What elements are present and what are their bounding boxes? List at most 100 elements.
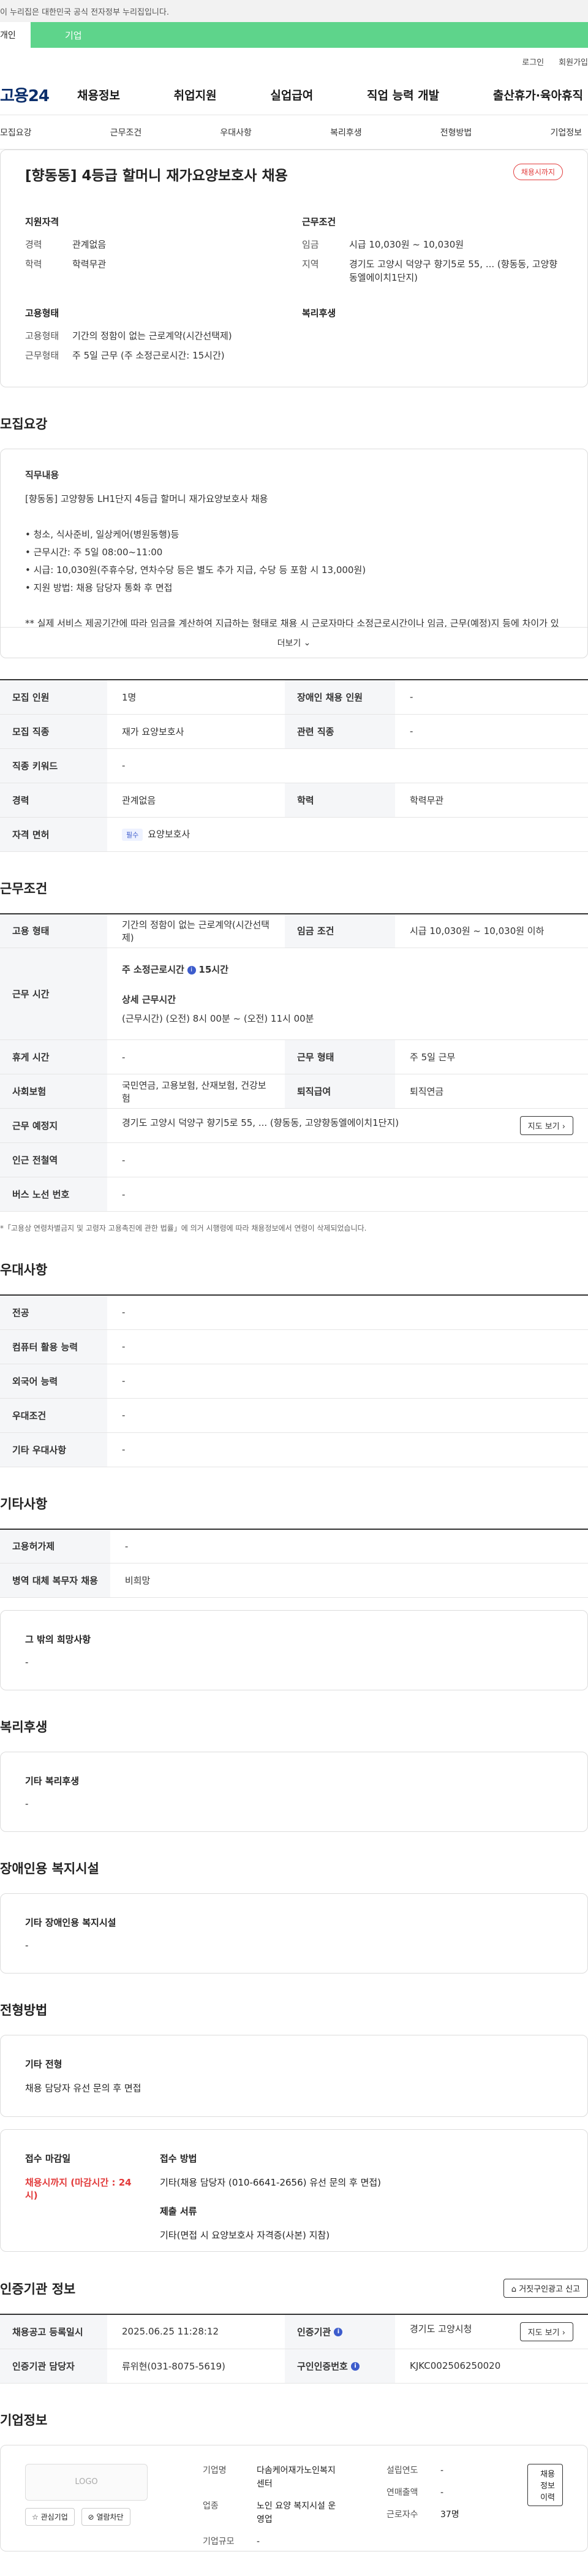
etc-table: 고용허가제 - 병역 대체 복무자 채용 비희망 (0, 1528, 588, 1598)
disability-box-heading: 기타 장애인용 복지시설 (25, 1917, 116, 1928)
apply-box: 접수 마감일 채용시까지 (마감시간 : 24시) 접수 방법 기타(채용 담당… (0, 2129, 588, 2252)
signup-link[interactable]: 회원가입 (559, 56, 588, 67)
table-row: 경력 관계없음 학력 학력무관 (0, 783, 588, 818)
table-header: 학력 (285, 783, 395, 818)
section-title-cert: 인증기관 정보 (0, 2281, 76, 2297)
emp-label: 근무형태 (25, 350, 59, 361)
history-button[interactable]: 채용정보 이력 (527, 2463, 563, 2506)
emp-value: 주 5일 근무 (주 소정근로시간: 15시간) (72, 350, 225, 361)
map-button[interactable]: 지도 보기 › (519, 1116, 573, 1135)
chevron-down-icon: ⌄ (303, 637, 311, 648)
section-title-disability: 장애인용 복지시설 (0, 1861, 99, 1876)
welfare-box-heading: 기타 복리후생 (25, 1776, 80, 1787)
table-row: 인증기관 담당자 류위현(031-8075-5619) 구인인증번호 i KJKC00… (0, 2349, 588, 2384)
section-title-welfare: 복리후생 (0, 1720, 48, 1734)
cond-value: 경기도 고양시 덕양구 향기5로 55, ... (향동동, 고양향동엘에이치1… (349, 259, 558, 283)
emp-label: 고용형태 (25, 330, 59, 341)
company-logo: LOGO (25, 2463, 148, 2501)
cert-org-value: 경기도 고양시청 (410, 2323, 472, 2335)
table-header: 컴퓨터 활용 능력 (0, 1329, 107, 1364)
report-button-label: 거짓구인광고 신고 (519, 2285, 580, 2294)
gnb-item-support[interactable]: 취업지원 (174, 86, 217, 103)
chevron-right-icon: › (562, 2328, 565, 2338)
chevron-right-icon: › (562, 1122, 565, 1131)
more-button[interactable]: 더보기 ⌄ (1, 627, 587, 658)
table-header: 구인인증번호 i (285, 2349, 395, 2384)
table-row: 컴퓨터 활용 능력 - (0, 1329, 588, 1364)
table-cell: 시급 10,030원 ~ 10,030원 이하 (395, 913, 588, 948)
utility-links: 로그인 회원가입 (0, 48, 588, 75)
employment-heading: 고용형태 (25, 308, 59, 319)
emp-value: 기간의 정함이 없는 근로계약(시간선택제) (72, 330, 232, 341)
qual-label: 학력 (25, 259, 42, 270)
table-row: 근무 예정지 경기도 고양시 덕양구 향기5로 55, ... (향동동, 고양향… (0, 1108, 588, 1143)
desc-line (25, 508, 563, 526)
company-sales: - (440, 2487, 444, 2498)
tab-personal[interactable]: 개인 (0, 22, 31, 48)
qualification-heading: 지원자격 (25, 216, 59, 227)
cond-value: 시급 10,030원 ~ 10,030원 (349, 239, 464, 250)
required-badge: 필수 (122, 829, 143, 841)
table-row: 근무 시간 주 소정근로시간 i 15시간 상세 근무시간 (근무시간) (오전… (0, 948, 588, 1040)
table-header: 경력 (0, 783, 107, 818)
more-label: 더보기 (277, 638, 301, 648)
gnb-item-jobs[interactable]: 채용정보 (77, 86, 120, 103)
gnb-item-leave[interactable]: 출산휴가·육아휴직 (493, 86, 583, 103)
subnav-conditions[interactable]: 근무조건 (110, 126, 142, 139)
table-cell: 주 소정근로시간 i 15시간 상세 근무시간 (근무시간) (오전) 8시 0… (107, 948, 588, 1040)
table-header: 전공 (0, 1295, 107, 1330)
table-header: 장애인 채용 인원 (285, 680, 395, 715)
gov-notice-bar: 이 누리집은 대한민국 공식 전자정부 누리집입니다. (0, 0, 588, 22)
company-industry: 노인 요양 복지시설 운영업 (257, 2501, 336, 2525)
gnb-item-unemployment[interactable]: 실업급여 (270, 86, 313, 103)
subnav-company[interactable]: 기업정보 (550, 126, 582, 139)
table-cell: - (110, 1529, 588, 1563)
table-cell: - (107, 1039, 285, 1074)
subnav-preferences[interactable]: 우대사항 (220, 126, 252, 139)
section-title-etc: 기타사항 (0, 1496, 48, 1511)
table-cell: 경기도 고양시청 지도 보기 › (395, 2314, 588, 2349)
desc-line: ** 실제 서비스 제공기간에 따라 임금을 계산하여 지급하는 형태로 채용 … (25, 618, 559, 627)
cert-table: 채용공고 등록일시 2025.06.25 11:28:12 인증기관 i 경기도 고양… (0, 2314, 588, 2384)
site-logo[interactable]: 고용24 (0, 83, 77, 106)
subnav-recruit[interactable]: 모집요강 (0, 126, 32, 139)
block-view-button[interactable]: ⊘ 열람차단 (81, 2507, 130, 2526)
login-link[interactable]: 로그인 (522, 56, 544, 67)
report-button[interactable]: ⌂ 거짓구인광고 신고 (503, 2279, 588, 2298)
gnb-menu: 채용정보 취업지원 실업급여 직업 능력 개발 출산휴가·육아휴직 (77, 86, 588, 103)
info-icon[interactable]: i (187, 965, 196, 975)
conditions-table: 고용 형태 기간의 정함이 없는 근로계약(시간선택제) 임금 조건 시급 10,03… (0, 913, 588, 1212)
welfare-box: 기타 복리후생 - (0, 1752, 588, 1832)
table-header: 외국어 능력 (0, 1364, 107, 1399)
table-cell: - (107, 1142, 588, 1177)
table-header: 우대조건 (0, 1398, 107, 1433)
subnav-welfare[interactable]: 복리후생 (330, 126, 362, 139)
desc-line (25, 597, 563, 615)
table-header: 모집 직종 (0, 714, 107, 749)
info-icon[interactable]: i (351, 2362, 360, 2371)
info-icon[interactable]: i (334, 2328, 343, 2337)
map-button[interactable]: 지도 보기 › (519, 2322, 573, 2341)
weekly-hours-label: 주 소정근로시간 (122, 964, 184, 975)
subnav-selection[interactable]: 전형방법 (440, 126, 472, 139)
table-cell: 류위현(031-8075-5619) (107, 2349, 285, 2384)
table-row: 채용공고 등록일시 2025.06.25 11:28:12 인증기관 i 경기도 고양… (0, 2314, 588, 2349)
method-heading: 접수 방법 (160, 2153, 197, 2164)
table-cell: 주 5일 근무 (395, 1039, 588, 1074)
table-cell: - (107, 1177, 588, 1212)
table-cell: 퇴직연금 (395, 1074, 588, 1109)
gnb-item-training[interactable]: 직업 능력 개발 (367, 86, 439, 103)
favorite-company-button[interactable]: ☆ 관심기업 (25, 2507, 75, 2526)
table-cell: 재가 요양보호사 (107, 714, 285, 749)
company-label: 연매출액 (386, 2487, 418, 2498)
table-cell: 2025.06.25 11:28:12 (107, 2314, 285, 2349)
tab-business[interactable]: 기업 (31, 22, 588, 48)
method-value: 기타(채용 담당자 (010-6641-2656) 유선 문의 후 면접) (160, 2177, 382, 2188)
table-cell: 경기도 고양시 덕양구 향기5로 55, ... (향동동, 고양향동엘에이치1… (107, 1108, 588, 1143)
table-row: 휴게 시간 - 근무 형태 주 5일 근무 (0, 1039, 588, 1074)
selection-box-heading: 기타 전형 (25, 2059, 62, 2070)
qualification-block: 지원자격 경력 관계없음 학력 학력무관 (25, 215, 302, 291)
table-header: 사회보험 (0, 1074, 107, 1109)
job-title: [향동동] 4등급 할머니 재가요양보호사 채용 (25, 168, 288, 184)
user-type-tabs: 개인 기업 (0, 22, 588, 48)
